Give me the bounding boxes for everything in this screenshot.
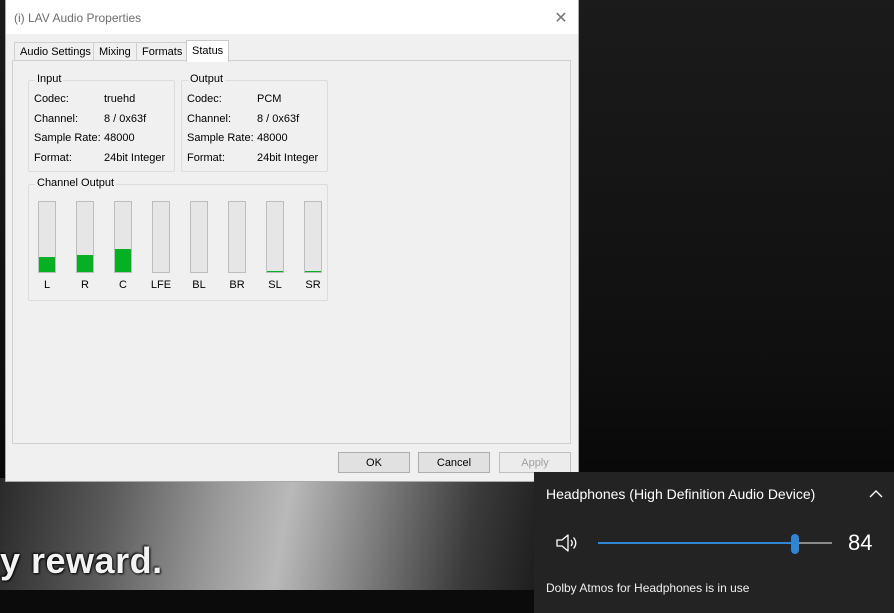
output-channel-value: 8 / 0x63f: [257, 113, 300, 125]
channel-label: BL: [192, 279, 206, 291]
channel-label: SR: [305, 279, 321, 291]
channel-meter-c: [114, 201, 132, 273]
input-sample-rate-row: Sample Rate: 48000: [34, 132, 135, 144]
input-codec-value: truehd: [104, 93, 136, 105]
volume-slider-fill: [598, 542, 795, 544]
channel-meter-lfe: [152, 201, 170, 273]
channel-label: LFE: [150, 279, 172, 291]
output-sample-rate-row: Sample Rate: 48000: [187, 132, 288, 144]
channel-meter-bl: [190, 201, 208, 273]
output-format-value: 24bit Integer: [257, 152, 319, 164]
channel-meter-fill: [77, 255, 93, 272]
channel-meter-fill: [305, 271, 321, 272]
output-codec-label: Codec:: [187, 93, 222, 105]
title-bar[interactable]: (i) LAV Audio Properties ✕: [6, 0, 578, 34]
input-channel-row: Channel: 8 / 0x63f: [34, 113, 146, 125]
audio-device-name[interactable]: Headphones (High Definition Audio Device…: [546, 486, 815, 502]
ok-button[interactable]: OK: [338, 452, 410, 473]
apply-button[interactable]: Apply: [499, 452, 571, 473]
channel-label: R: [81, 279, 89, 291]
input-group: Input Codec: truehd Channel: 8 / 0x63f S…: [28, 73, 175, 172]
video-letterbox: [0, 590, 540, 613]
output-format-row: Format: 24bit Integer: [187, 152, 318, 164]
subtitle-text: y reward.: [0, 540, 163, 581]
channel-meter-l: [38, 201, 56, 273]
input-format-value: 24bit Integer: [104, 152, 166, 164]
close-icon: ✕: [554, 7, 568, 27]
output-channel-label: Channel:: [187, 113, 232, 125]
input-codec-row: Codec: truehd: [34, 93, 135, 105]
channel-meter-fill: [39, 257, 55, 272]
input-sample-rate-value: 48000: [104, 132, 135, 144]
volume-value: 84: [848, 530, 873, 555]
output-group: Output Codec: PCM Channel: 8 / 0x63f Sam…: [181, 73, 328, 172]
channel-label: C: [119, 279, 127, 291]
spatial-sound-status: Dolby Atmos for Headphones is in use: [546, 581, 750, 595]
input-group-title: Input: [35, 73, 64, 85]
volume-slider-thumb[interactable]: [790, 534, 799, 554]
input-channel-value: 8 / 0x63f: [104, 113, 147, 125]
output-format-label: Format:: [187, 152, 225, 164]
channel-meter-r: [76, 201, 94, 273]
output-group-title: Output: [188, 73, 226, 85]
tab-mixing[interactable]: Mixing: [93, 42, 137, 60]
tab-formats[interactable]: Formats: [136, 42, 189, 60]
output-sample-rate-value: 48000: [257, 132, 288, 144]
channel-meter-fill: [267, 271, 283, 272]
volume-flyout: Headphones (High Definition Audio Device…: [534, 472, 894, 613]
chevron-up-icon[interactable]: [866, 486, 886, 502]
input-channel-label: Channel:: [34, 113, 79, 125]
input-format-row: Format: 24bit Integer: [34, 152, 165, 164]
channel-output-group: Channel Output L R C LFE BL BR SL SR: [28, 177, 328, 301]
status-tab-panel: Input Codec: truehd Channel: 8 / 0x63f S…: [12, 60, 571, 444]
channel-meter-br: [228, 201, 246, 273]
window-title: (i) LAV Audio Properties: [14, 11, 142, 25]
channel-meter-sl: [266, 201, 284, 273]
channel-meter-sr: [304, 201, 322, 273]
input-codec-label: Codec:: [34, 93, 69, 105]
input-sample-rate-label: Sample Rate:: [34, 132, 101, 144]
tab-status[interactable]: Status: [186, 40, 230, 62]
close-button[interactable]: ✕: [544, 0, 578, 34]
output-codec-value: PCM: [257, 93, 282, 105]
output-codec-row: Codec: PCM: [187, 93, 281, 105]
output-channel-row: Channel: 8 / 0x63f: [187, 113, 299, 125]
input-format-label: Format:: [34, 152, 72, 164]
output-sample-rate-label: Sample Rate:: [187, 132, 254, 144]
tab-audio-settings[interactable]: Audio Settings: [14, 42, 97, 60]
channel-label: SL: [268, 279, 282, 291]
channel-output-title: Channel Output: [35, 177, 117, 189]
speaker-icon[interactable]: [554, 532, 580, 554]
channel-label: L: [43, 279, 51, 291]
volume-slider[interactable]: [598, 534, 832, 554]
cancel-button[interactable]: Cancel: [418, 452, 490, 473]
channel-label: BR: [229, 279, 245, 291]
channel-meter-fill: [115, 248, 131, 272]
lav-audio-properties-dialog: (i) LAV Audio Properties ✕ Audio Setting…: [5, 0, 579, 482]
